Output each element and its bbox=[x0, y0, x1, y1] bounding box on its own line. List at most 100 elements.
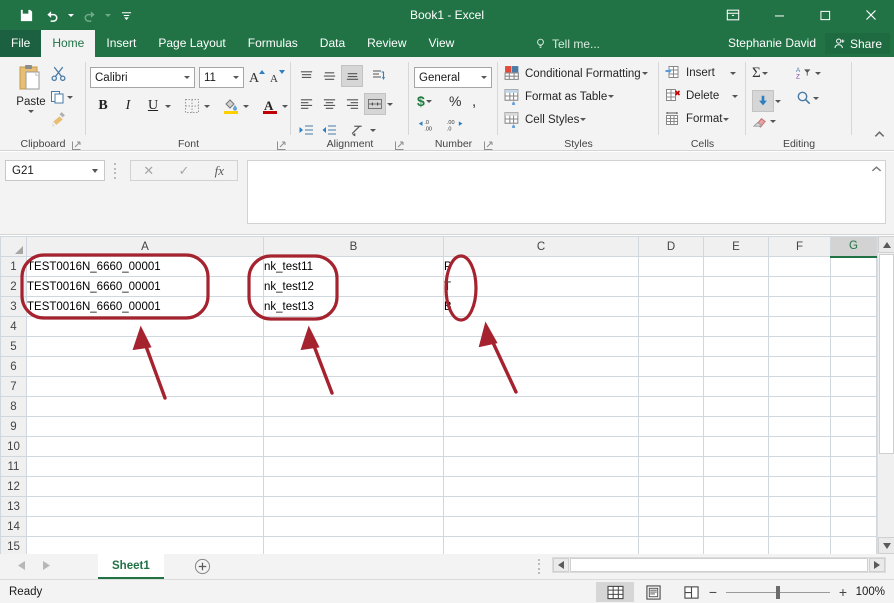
cell-f11[interactable] bbox=[768, 456, 831, 477]
cell-e7[interactable] bbox=[703, 376, 769, 397]
cell-d9[interactable] bbox=[638, 416, 704, 437]
row-header-10[interactable]: 10 bbox=[0, 436, 27, 457]
zoom-in-button[interactable]: + bbox=[836, 585, 850, 599]
cell-d5[interactable] bbox=[638, 336, 704, 357]
orientation-button[interactable] bbox=[368, 65, 390, 87]
scroll-down-icon[interactable] bbox=[878, 537, 894, 554]
cell-d10[interactable] bbox=[638, 436, 704, 457]
cell-e13[interactable] bbox=[703, 496, 769, 517]
cell-g1[interactable] bbox=[830, 256, 877, 277]
name-box-resize-grip[interactable] bbox=[113, 163, 117, 179]
cell-f14[interactable] bbox=[768, 516, 831, 537]
ribbon-display-options-icon[interactable] bbox=[710, 0, 756, 30]
cell-a10[interactable] bbox=[26, 436, 264, 457]
account-name[interactable]: Stephanie David bbox=[728, 30, 816, 57]
cell-d3[interactable] bbox=[638, 296, 704, 317]
cell-c2[interactable]: T bbox=[443, 276, 639, 297]
cell-b12[interactable] bbox=[263, 476, 444, 497]
number-format-dropdown-icon[interactable] bbox=[477, 76, 491, 79]
row-header-8[interactable]: 8 bbox=[0, 396, 27, 417]
cell-a4[interactable] bbox=[26, 316, 264, 337]
cell-a6[interactable] bbox=[26, 356, 264, 377]
cell-b2[interactable]: nk_test12 bbox=[263, 276, 444, 297]
collapse-formula-bar-icon[interactable] bbox=[871, 165, 882, 176]
sort-filter-dropdown-icon[interactable] bbox=[814, 72, 822, 75]
cell-a14[interactable] bbox=[26, 516, 264, 537]
cell-b9[interactable] bbox=[263, 416, 444, 437]
borders-button[interactable] bbox=[181, 95, 211, 117]
conditional-formatting-dropdown-icon[interactable] bbox=[641, 72, 649, 75]
cell-g7[interactable] bbox=[830, 376, 877, 397]
row-header-3[interactable]: 3 bbox=[0, 296, 27, 317]
format-as-table-dropdown-icon[interactable] bbox=[607, 95, 615, 98]
comma-style-button[interactable]: , bbox=[472, 93, 476, 110]
scroll-left-icon[interactable] bbox=[553, 558, 569, 572]
cell-e9[interactable] bbox=[703, 416, 769, 437]
row-header-13[interactable]: 13 bbox=[0, 496, 27, 517]
cell-g4[interactable] bbox=[830, 316, 877, 337]
format-as-table-button[interactable]: Format as Table bbox=[504, 88, 615, 105]
format-cells-dropdown-icon[interactable] bbox=[722, 118, 730, 121]
cell-f2[interactable] bbox=[768, 276, 831, 297]
cell-c1[interactable]: P bbox=[443, 256, 639, 277]
align-bottom-button[interactable] bbox=[341, 65, 363, 87]
cell-b1[interactable]: nk_test11 bbox=[263, 256, 444, 277]
row-header-14[interactable]: 14 bbox=[0, 516, 27, 537]
decrease-decimal-button[interactable]: .00.0 bbox=[446, 117, 468, 133]
formula-input[interactable] bbox=[247, 160, 886, 224]
cell-e14[interactable] bbox=[703, 516, 769, 537]
cell-c3[interactable]: B bbox=[443, 296, 639, 317]
cell-e12[interactable] bbox=[703, 476, 769, 497]
cell-f7[interactable] bbox=[768, 376, 831, 397]
cell-g3[interactable] bbox=[830, 296, 877, 317]
autosum-button[interactable]: Σ bbox=[752, 65, 769, 82]
cell-d13[interactable] bbox=[638, 496, 704, 517]
cut-button[interactable] bbox=[50, 65, 67, 82]
accounting-dropdown-icon[interactable] bbox=[425, 100, 433, 103]
insert-cells-dropdown-icon[interactable] bbox=[729, 72, 737, 75]
row-header-9[interactable]: 9 bbox=[0, 416, 27, 437]
minimize-icon[interactable] bbox=[756, 0, 802, 30]
accounting-format-button[interactable]: $ bbox=[417, 93, 433, 109]
zoom-slider-thumb[interactable] bbox=[776, 585, 780, 599]
clear-dropdown-icon[interactable] bbox=[769, 120, 777, 123]
scroll-up-icon[interactable] bbox=[878, 236, 894, 253]
fill-dropdown-icon[interactable] bbox=[774, 100, 782, 103]
collapse-ribbon-button[interactable] bbox=[873, 128, 886, 146]
cell-g14[interactable] bbox=[830, 516, 877, 537]
align-left-button[interactable] bbox=[295, 93, 317, 115]
cell-d4[interactable] bbox=[638, 316, 704, 337]
cell-a13[interactable] bbox=[26, 496, 264, 517]
spreadsheet-grid[interactable]: A B C D E F G 1 TEST0016N_6660_00001 nk_… bbox=[0, 236, 894, 557]
cell-c12[interactable] bbox=[443, 476, 639, 497]
tab-home[interactable]: Home bbox=[41, 30, 96, 57]
cell-a5[interactable] bbox=[26, 336, 264, 357]
cell-d7[interactable] bbox=[638, 376, 704, 397]
column-header-c[interactable]: C bbox=[443, 236, 639, 257]
cell-c9[interactable] bbox=[443, 416, 639, 437]
horizontal-scroll-thumb[interactable] bbox=[570, 558, 868, 572]
cell-c8[interactable] bbox=[443, 396, 639, 417]
cell-g5[interactable] bbox=[830, 336, 877, 357]
tab-view[interactable]: View bbox=[418, 30, 466, 57]
align-top-button[interactable] bbox=[295, 65, 317, 87]
cell-e10[interactable] bbox=[703, 436, 769, 457]
cell-f10[interactable] bbox=[768, 436, 831, 457]
copy-button[interactable] bbox=[50, 89, 74, 105]
tab-file[interactable]: File bbox=[0, 30, 42, 57]
tab-formulas[interactable]: Formulas bbox=[237, 30, 309, 57]
select-all-corner[interactable] bbox=[0, 236, 27, 257]
tab-review[interactable]: Review bbox=[356, 30, 417, 57]
font-color-button[interactable]: A bbox=[259, 95, 289, 117]
paste-dropdown-icon[interactable] bbox=[27, 110, 35, 113]
vertical-scroll-thumb[interactable] bbox=[879, 254, 894, 454]
cell-g13[interactable] bbox=[830, 496, 877, 517]
merge-center-dropdown-icon[interactable] bbox=[386, 103, 394, 106]
cell-d8[interactable] bbox=[638, 396, 704, 417]
copy-dropdown-icon[interactable] bbox=[66, 96, 74, 99]
fill-button[interactable] bbox=[752, 90, 782, 112]
cell-f8[interactable] bbox=[768, 396, 831, 417]
fill-color-dropdown-icon[interactable] bbox=[242, 105, 250, 108]
number-format-combo[interactable]: General bbox=[414, 67, 492, 88]
cell-b4[interactable] bbox=[263, 316, 444, 337]
